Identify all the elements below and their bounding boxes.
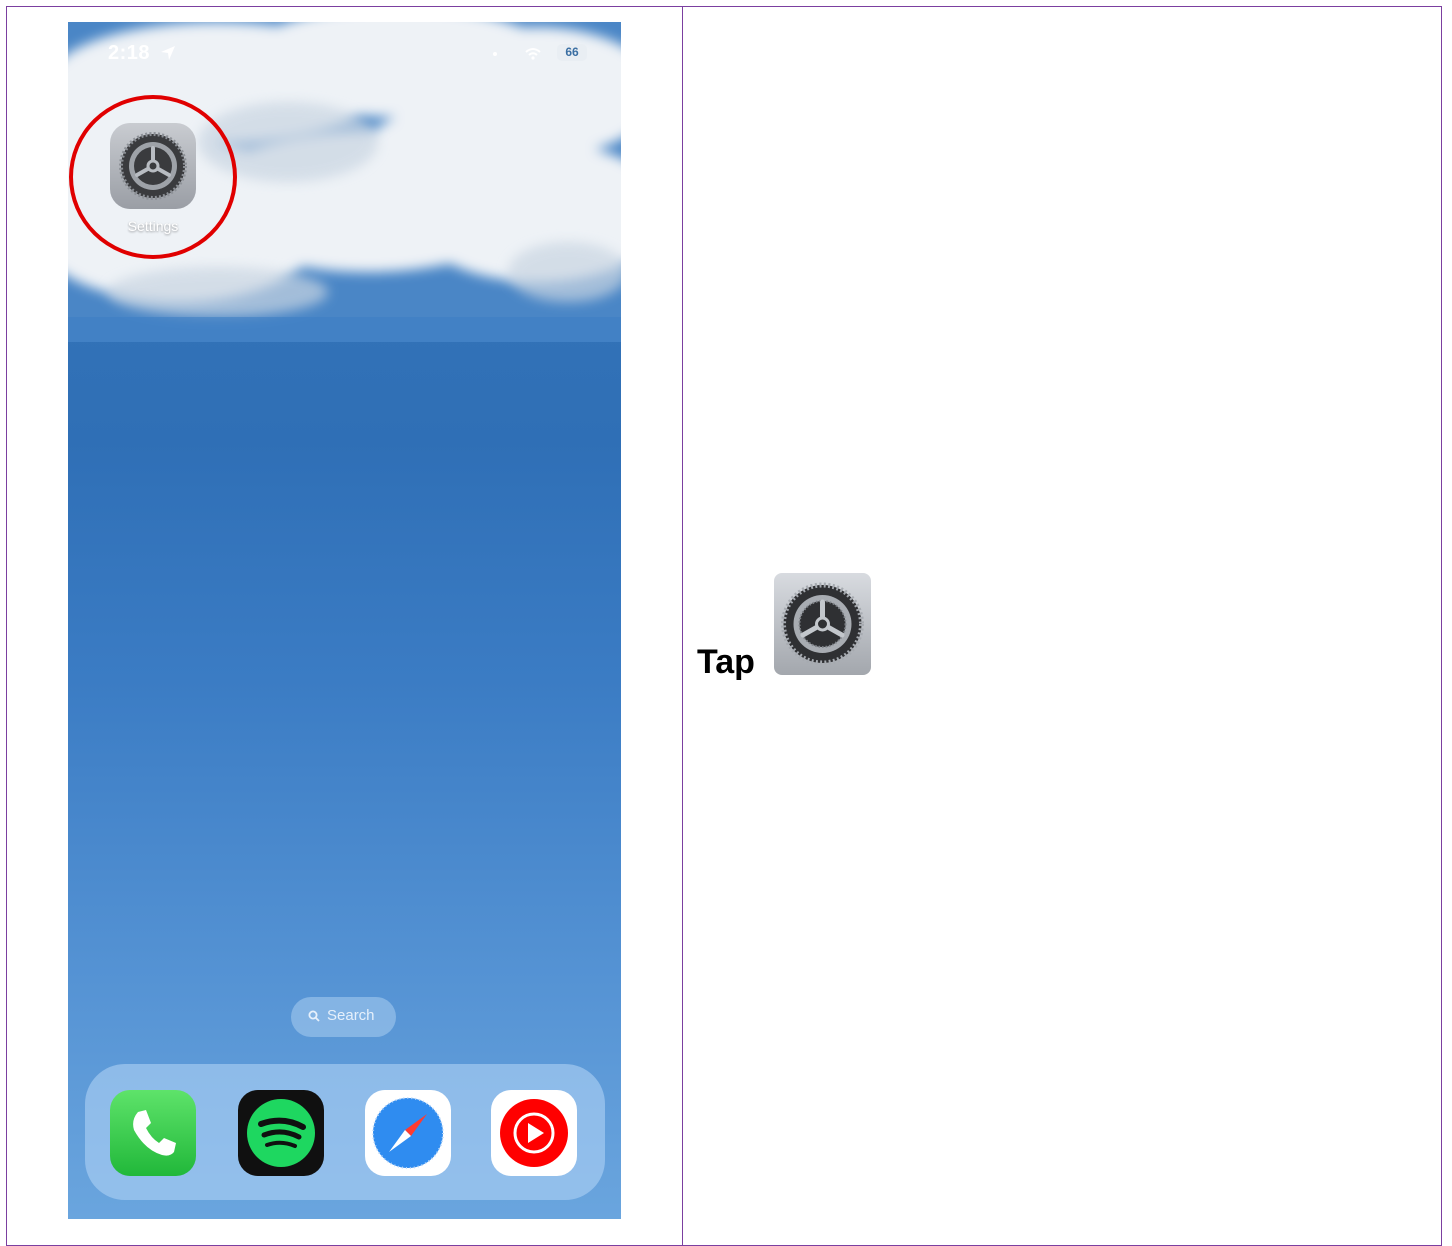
highlight-circle — [69, 95, 237, 259]
safari-app-icon[interactable] — [365, 1090, 451, 1176]
wifi-icon — [525, 48, 541, 60]
tap-label: Tap — [697, 643, 755, 681]
status-bar: 2:18 66 — [68, 22, 621, 82]
search-button[interactable]: Search — [291, 997, 396, 1037]
column-divider — [682, 7, 683, 1245]
search-icon — [308, 1010, 320, 1022]
settings-gear-icon — [774, 573, 871, 675]
phone-screenshot: 2:18 66 Settings Search — [68, 22, 621, 1219]
dock — [85, 1064, 605, 1200]
phone-app-icon[interactable] — [110, 1090, 196, 1176]
location-arrow-icon — [161, 46, 175, 60]
status-time: 2:18 — [108, 42, 151, 64]
search-label: Search — [327, 1007, 375, 1024]
youtube-music-app-icon[interactable] — [491, 1090, 577, 1176]
cellular-signal-icon — [493, 52, 497, 56]
spotify-app-icon[interactable] — [238, 1090, 324, 1176]
battery-icon: 66 — [557, 44, 587, 61]
